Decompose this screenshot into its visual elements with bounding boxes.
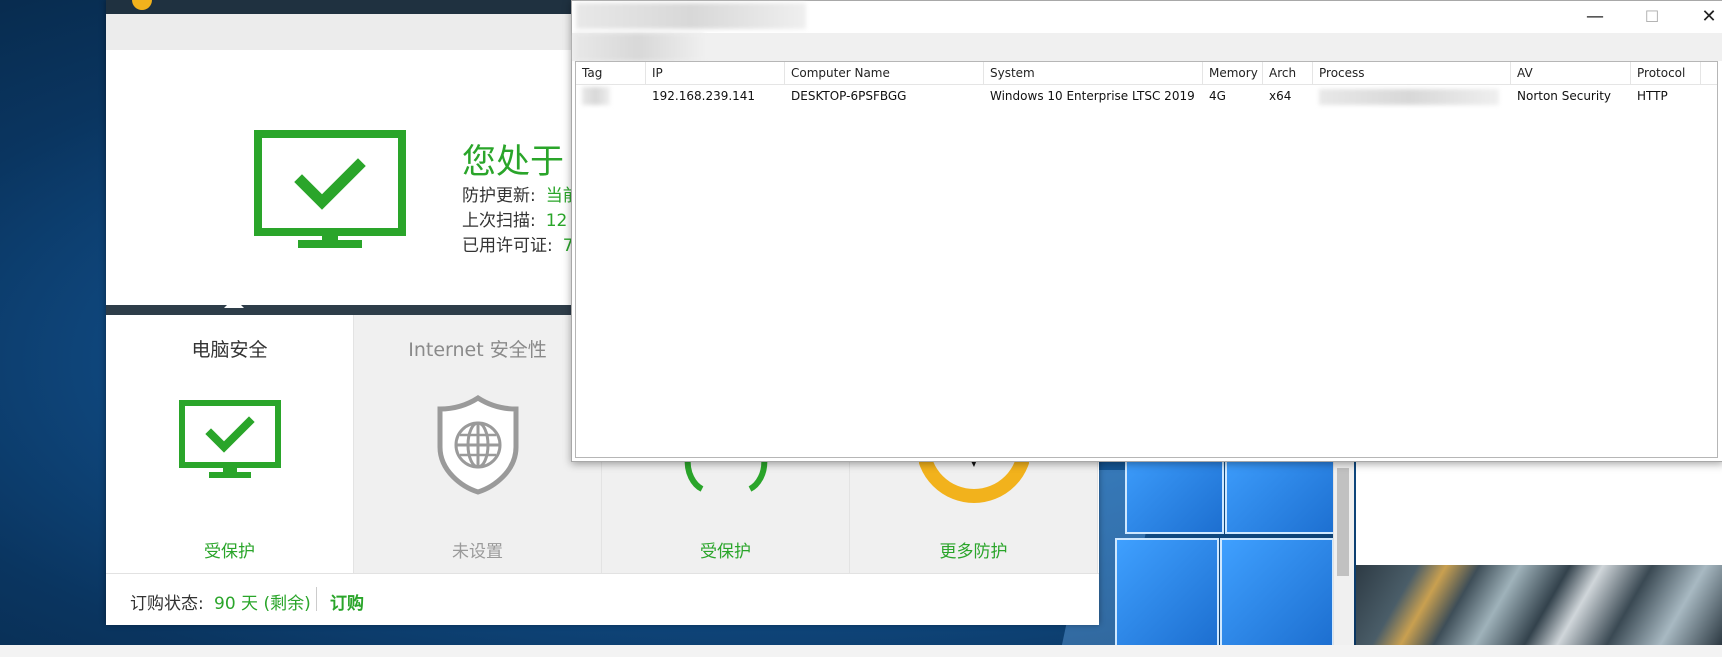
monitor-check-icon (254, 130, 406, 248)
column-process[interactable]: Process (1313, 62, 1511, 84)
tile-computer-security[interactable]: 电脑安全 受保护 (106, 315, 354, 573)
windows-logo (1105, 440, 1339, 647)
subscribe-link[interactable]: 订购 (330, 589, 364, 614)
subscription-label: 订购状态: (130, 594, 204, 614)
monitor-check-icon (178, 400, 281, 478)
tile-title: 电脑安全 (191, 339, 268, 361)
column-av[interactable]: AV (1511, 62, 1631, 84)
taskbar-edge (0, 645, 1722, 657)
column-protocol[interactable]: Protocol (1631, 62, 1701, 84)
maximize-button[interactable]: ☐ (1632, 5, 1672, 29)
active-tab-pointer (224, 298, 244, 308)
subscription-days: 90 天 (剩余) (214, 594, 311, 614)
table-header: Tag IP Computer Name System Memory Arch … (576, 62, 1717, 85)
cell-computer-name: DESKTOP-6PSFBGG (791, 89, 907, 103)
column-system[interactable]: System (984, 62, 1203, 84)
column-tag[interactable]: Tag (576, 62, 646, 84)
column-arch[interactable]: Arch (1263, 62, 1313, 84)
cell-system: Windows 10 Enterprise LTSC 2019 (990, 89, 1195, 103)
minimize-button[interactable]: — (1575, 5, 1615, 29)
column-computer-name[interactable]: Computer Name (785, 62, 984, 84)
tile-status: 受保护 (700, 542, 751, 562)
subscription-footer: 订购状态: 90 天 (剩余) 订购 (106, 573, 1099, 625)
menu-bar (572, 33, 1722, 61)
column-memory[interactable]: Memory (1203, 62, 1263, 84)
session-table: Tag IP Computer Name System Memory Arch … (575, 61, 1718, 458)
session-list-window: — ☐ ✕ Tag IP Computer Name System Memory… (571, 0, 1722, 462)
blurred-tag (582, 87, 610, 105)
cell-memory: 4G (1209, 89, 1226, 103)
globe-shield-icon (437, 395, 518, 495)
scrollbar-thumb[interactable] (1337, 468, 1349, 576)
blurred-title (576, 3, 806, 29)
background-window (1356, 460, 1722, 565)
column-ip[interactable]: IP (646, 62, 785, 84)
info-protection-update: 防护更新: 当前 (462, 186, 580, 206)
cell-ip: 192.168.239.141 (652, 89, 756, 103)
blurred-menu (574, 33, 704, 61)
window-titlebar[interactable]: — ☐ ✕ (572, 1, 1722, 33)
cell-arch: x64 (1269, 89, 1292, 103)
info-last-scan: 上次扫描: 12 (462, 211, 568, 231)
info-license: 已用许可证: 7 (462, 236, 574, 256)
tile-title: Internet 安全性 (408, 339, 547, 361)
divider (316, 587, 317, 611)
status-title: 您处于 (462, 142, 564, 182)
wallpaper-art (1356, 565, 1722, 645)
cell-av: Norton Security (1517, 89, 1611, 103)
close-button[interactable]: ✕ (1689, 5, 1722, 29)
blurred-process (1319, 89, 1499, 105)
tile-status: 更多防护 (939, 542, 1008, 562)
tile-status: 受保护 (204, 542, 255, 562)
norton-logo-icon (132, 0, 152, 10)
tile-status: 未设置 (452, 542, 503, 562)
cell-protocol: HTTP (1637, 89, 1668, 103)
tile-internet-security[interactable]: Internet 安全性 未设置 (354, 315, 602, 573)
